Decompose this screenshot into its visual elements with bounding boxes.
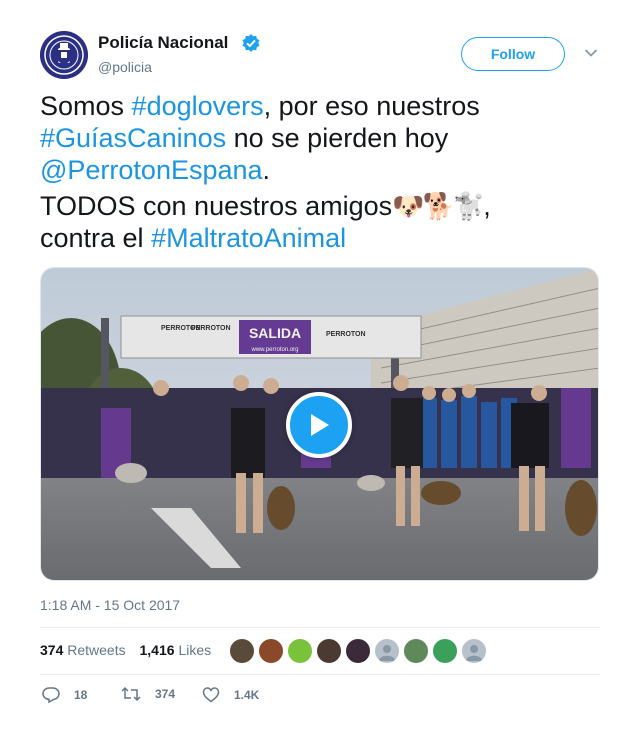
retweet-button[interactable]: 374	[121, 686, 175, 702]
tweet-text-segment: contra el	[40, 223, 152, 253]
liker-avatar[interactable]	[316, 638, 342, 664]
account-name[interactable]: Policía Nacional	[98, 33, 228, 53]
like-button[interactable]: 1.4K	[202, 686, 259, 703]
retweets-stat[interactable]: 374 Retweets	[40, 642, 126, 658]
mention-link[interactable]: @PerrotonEspana	[40, 155, 263, 185]
verified-badge-icon	[242, 34, 260, 52]
police-emblem-icon	[40, 31, 88, 79]
play-icon	[311, 414, 329, 436]
tweet-text-segment: Somos	[40, 91, 132, 121]
tweet-text-segment: ,	[483, 191, 491, 221]
likes-count: 1,416	[139, 642, 175, 658]
like-count: 1.4K	[234, 687, 260, 702]
profile-avatar[interactable]	[40, 31, 88, 79]
liker-avatar[interactable]	[258, 638, 284, 664]
retweets-count: 374	[40, 642, 64, 658]
tweet-line: @PerrotonEspana.	[40, 154, 610, 186]
tweet-text-segment: .	[262, 155, 271, 185]
reply-count: 18	[74, 688, 88, 702]
tweet-stats: 374 Retweets 1,416 Likes	[40, 642, 211, 658]
reply-button[interactable]: 18	[42, 686, 87, 704]
tweet-text: Somos #doglovers, por eso nuestros #Guía…	[40, 90, 610, 254]
liker-avatar[interactable]	[345, 638, 371, 664]
dog-emojis: 🐶🐕🐩	[392, 191, 485, 221]
retweets-label: Retweets	[67, 642, 126, 658]
heart-icon	[202, 687, 220, 703]
liker-avatar[interactable]	[229, 638, 255, 664]
likes-label: Likes	[178, 642, 212, 658]
liker-avatar[interactable]	[403, 638, 429, 664]
hashtag-link[interactable]: #MaltratoAnimal	[151, 223, 346, 253]
likes-stat[interactable]: 1,416 Likes	[140, 642, 212, 658]
account-handle[interactable]: @policia	[98, 59, 152, 75]
tweet-text-segment: TODOS con nuestros amigos	[40, 191, 393, 221]
divider	[40, 674, 600, 675]
tweet-line: Somos #doglovers, por eso nuestros	[40, 90, 610, 122]
tweet-line: TODOS con nuestros amigos🐶🐕🐩,	[40, 190, 610, 222]
tweet-text-segment: no se pierden hoy	[226, 123, 449, 153]
tweet-text-segment: , por eso nuestros	[263, 91, 480, 121]
tweet-timestamp[interactable]: 1:18 AM - 15 Oct 2017	[40, 597, 180, 613]
retweet-icon	[121, 686, 141, 702]
hashtag-link[interactable]: #GuíasCaninos	[40, 123, 226, 153]
play-button[interactable]	[286, 392, 352, 458]
default-avatar-icon	[466, 645, 482, 661]
liker-avatar[interactable]	[432, 638, 458, 664]
default-avatar-icon	[379, 645, 395, 661]
tweet-line: #GuíasCaninos no se pierden hoy	[40, 122, 610, 154]
hashtag-link[interactable]: #doglovers	[132, 91, 264, 121]
follow-button[interactable]: Follow	[461, 37, 565, 71]
chevron-down-icon[interactable]	[584, 48, 598, 58]
liker-avatar[interactable]	[287, 638, 313, 664]
reply-icon	[42, 687, 60, 704]
divider	[40, 627, 600, 628]
tweet-line: contra el #MaltratoAnimal	[40, 222, 610, 254]
retweet-count: 374	[155, 687, 176, 701]
liker-avatar[interactable]	[461, 638, 487, 664]
liker-avatar[interactable]	[374, 638, 400, 664]
